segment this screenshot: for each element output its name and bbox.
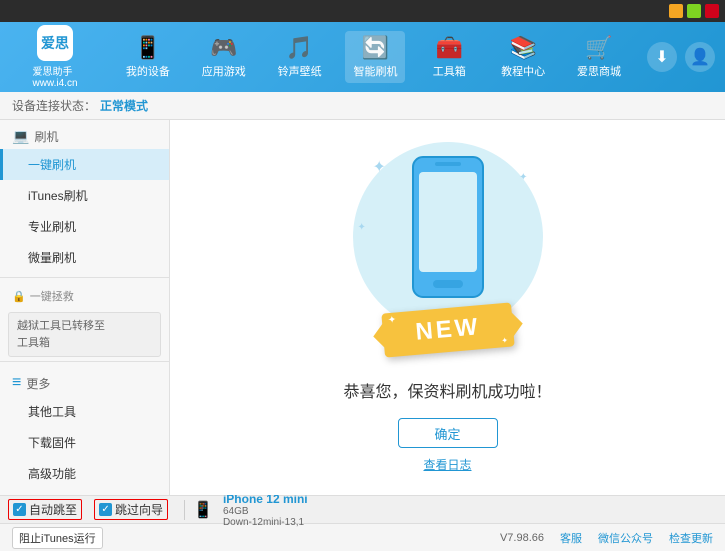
sidebar-item-download-firmware[interactable]: 下载固件: [0, 427, 169, 458]
nav-item-my-device[interactable]: 📱 我的设备: [118, 31, 178, 83]
skip-wizard-checkbox[interactable]: ✓: [99, 503, 112, 516]
flash-section-label: 刷机: [34, 128, 58, 145]
status-label: 设备连接状态：: [12, 97, 96, 114]
skip-wizard-checkbox-item: ✓ 跳过向导: [94, 499, 168, 520]
nav-label-apps-games: 应用游戏: [202, 63, 246, 79]
tutorials-icon: 📚: [509, 35, 536, 61]
sidebar-section-flash: 💻 刷机: [0, 120, 169, 149]
more-section-label: 更多: [26, 375, 50, 392]
main-layout: 💻 刷机 一键刷机 iTunes刷机 专业刷机 微量刷机 🔒 一键拯救 越狱工具…: [0, 120, 725, 495]
nav-label-my-device: 我的设备: [126, 63, 170, 79]
sidebar-section-more: ≡ 更多: [0, 366, 169, 396]
confirm-button[interactable]: 确定: [398, 418, 498, 448]
device-storage: 64GB: [223, 506, 308, 517]
wechat-link[interactable]: 微信公众号: [598, 530, 653, 546]
nav-item-ringtones[interactable]: 🎵 铃声壁纸: [270, 31, 330, 83]
nav-item-tutorials[interactable]: 📚 教程中心: [493, 31, 553, 83]
toolbox-icon: 🧰: [436, 35, 463, 61]
check-update-link[interactable]: 检查更新: [669, 530, 713, 546]
sparkle-2: ✦: [519, 172, 527, 183]
phone-illustration: ✦ ✦ ✦: [348, 142, 548, 362]
nav-item-apps-games[interactable]: 🎮 应用游戏: [194, 31, 254, 83]
jailbreak-notice: 越狱工具已转移至工具箱: [8, 312, 161, 357]
nav-label-ringtones: 铃声壁纸: [278, 63, 322, 79]
apps-icon: 🎮: [210, 35, 237, 61]
sidebar-divider-2: [0, 361, 169, 362]
phone-svg: [403, 152, 493, 315]
sidebar-subsection-rescue: 🔒 一键拯救: [0, 282, 169, 308]
logo[interactable]: 爱思 爱思助手 www.i4.cn: [10, 25, 100, 89]
nav-label-tutorials: 教程中心: [501, 63, 545, 79]
skip-wizard-label: 跳过向导: [115, 501, 163, 518]
nav-item-toolbox[interactable]: 🧰 工具箱: [421, 31, 477, 83]
nav-label-mall: 爱思商城: [577, 63, 621, 79]
log-link[interactable]: 查看日志: [423, 456, 471, 473]
nav-right: ⬇ 👤: [647, 42, 715, 72]
device-bar: ✓ 自动跳至 ✓ 跳过向导 📱 iPhone 12 mini 64GB Down…: [0, 495, 725, 523]
version-label: V7.98.66: [500, 532, 544, 544]
nav-label-toolbox: 工具箱: [433, 63, 466, 79]
sidebar-item-other-tools[interactable]: 其他工具: [0, 396, 169, 427]
flash-section-icon: 💻: [12, 128, 29, 145]
mall-icon: 🛒: [585, 35, 612, 61]
nav-label-smart-flash: 智能刷机: [353, 63, 397, 79]
minimize-btn[interactable]: [669, 4, 683, 18]
logo-text: 爱思助手 www.i4.cn: [32, 63, 77, 89]
close-btn[interactable]: [705, 4, 719, 18]
footer-left: 阻止iTunes运行: [12, 527, 500, 549]
sidebar-item-advanced[interactable]: 高级功能: [0, 458, 169, 489]
logo-icon: 爱思: [37, 25, 73, 61]
auto-jump-checkbox-item: ✓ 自动跳至: [8, 499, 82, 520]
sparkle-1: ✦: [373, 157, 386, 177]
nav-item-mall[interactable]: 🛒 爱思商城: [569, 31, 629, 83]
sparkle-3: ✦: [358, 222, 366, 233]
more-section-icon: ≡: [12, 374, 21, 392]
sidebar-item-wipe-flash[interactable]: 微量刷机: [0, 242, 169, 273]
sidebar-divider-1: [0, 277, 169, 278]
stop-itunes-btn[interactable]: 阻止iTunes运行: [12, 527, 103, 549]
footer-right: V7.98.66 客服 微信公众号 检查更新: [500, 530, 713, 546]
sidebar: 💻 刷机 一键刷机 iTunes刷机 专业刷机 微量刷机 🔒 一键拯救 越狱工具…: [0, 120, 170, 495]
sidebar-item-one-click-flash[interactable]: 一键刷机: [0, 149, 169, 180]
new-badge: NEW: [414, 313, 481, 346]
new-star-right: ✦: [501, 336, 508, 346]
success-text: 恭喜您，保资料刷机成功啦！: [343, 378, 551, 402]
title-bar: [0, 0, 725, 22]
sidebar-item-pro-flash[interactable]: 专业刷机: [0, 211, 169, 242]
maximize-btn[interactable]: [687, 4, 701, 18]
device-phone-icon: 📱: [193, 500, 213, 520]
new-star-left: ✦: [387, 314, 396, 326]
nav-items: 📱 我的设备 🎮 应用游戏 🎵 铃声壁纸 🔄 智能刷机 🧰 工具箱 📚 教程中心…: [110, 31, 637, 83]
footer: 阻止iTunes运行 V7.98.66 客服 微信公众号 检查更新: [0, 523, 725, 551]
checkbox-area: ✓ 自动跳至 ✓ 跳过向导: [8, 499, 168, 520]
rescue-label: 一键拯救: [30, 288, 74, 304]
device-icon: 📱: [134, 35, 161, 61]
support-link[interactable]: 客服: [560, 530, 582, 546]
ringtones-icon: 🎵: [286, 35, 313, 61]
status-bar: 设备连接状态： 正常模式: [0, 92, 725, 120]
user-btn[interactable]: 👤: [685, 42, 715, 72]
auto-jump-label: 自动跳至: [29, 501, 77, 518]
rescue-icon: 🔒: [12, 290, 26, 303]
header: 爱思 爱思助手 www.i4.cn 📱 我的设备 🎮 应用游戏 🎵 铃声壁纸 🔄…: [0, 22, 725, 92]
status-value: 正常模式: [100, 97, 148, 114]
nav-item-smart-flash[interactable]: 🔄 智能刷机: [345, 31, 405, 83]
content-area: ✦ ✦ ✦: [170, 120, 725, 495]
sidebar-item-itunes-flash[interactable]: iTunes刷机: [0, 180, 169, 211]
device-bar-divider: [184, 500, 185, 520]
download-btn[interactable]: ⬇: [647, 42, 677, 72]
device-info: iPhone 12 mini 64GB Down-12mini-13,1: [223, 492, 308, 528]
auto-jump-checkbox[interactable]: ✓: [13, 503, 26, 516]
smart-flash-icon: 🔄: [362, 35, 389, 61]
